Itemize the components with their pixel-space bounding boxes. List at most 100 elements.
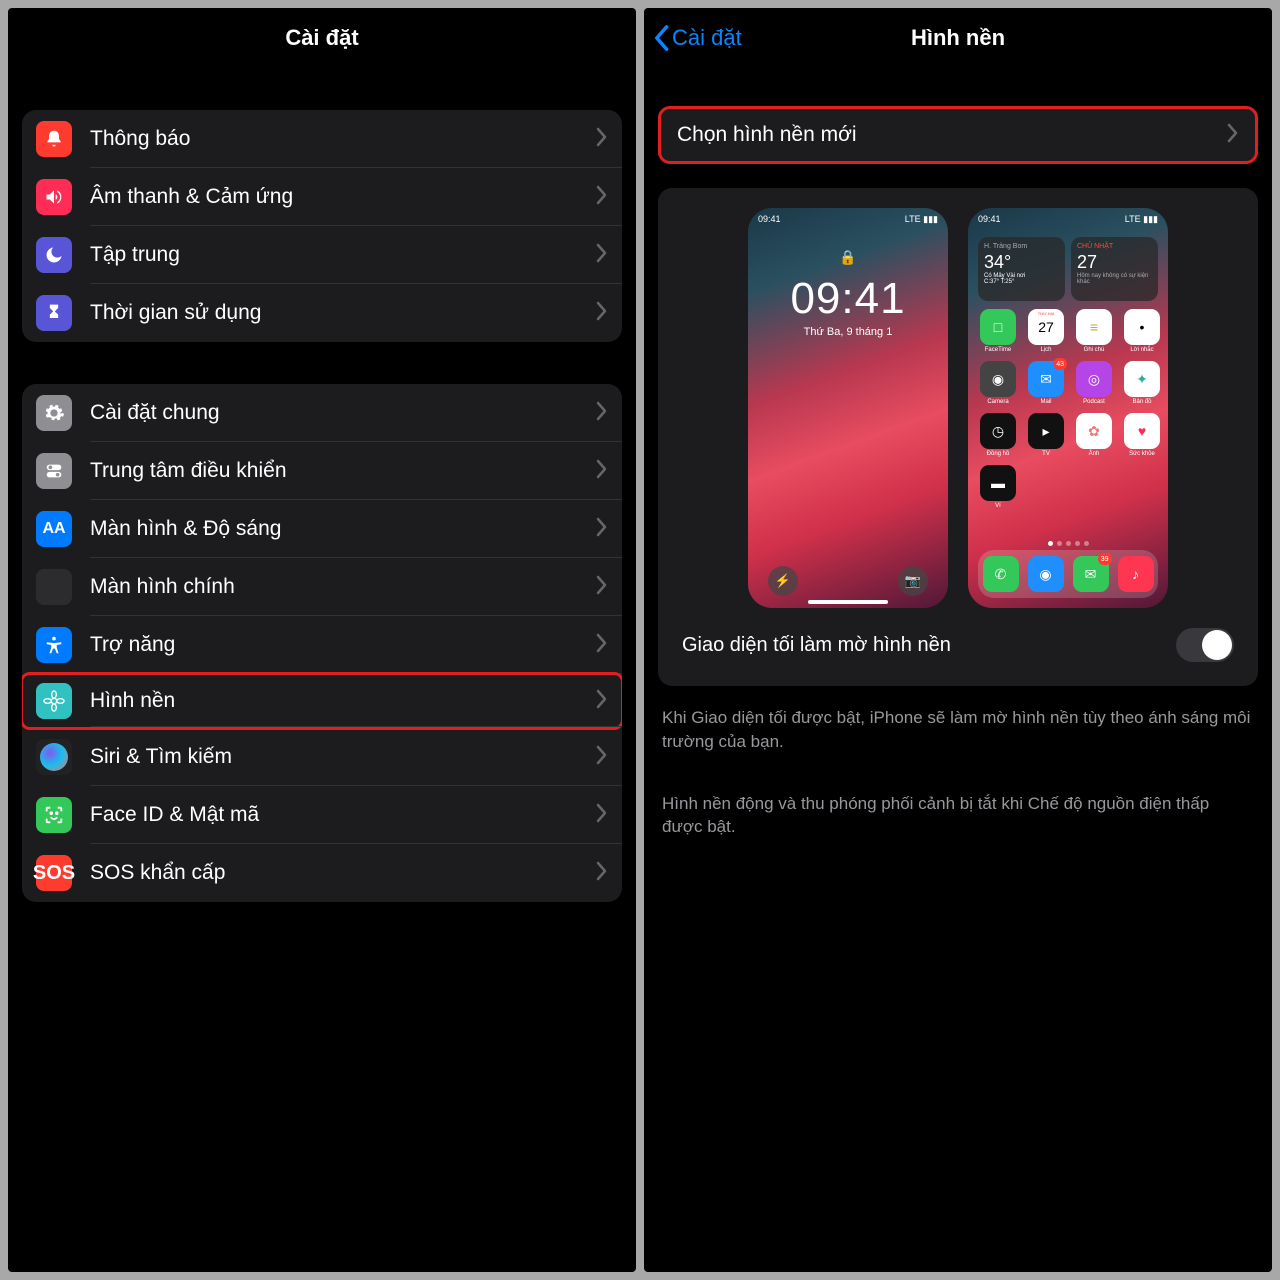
settings-row[interactable]: Màn hình chính: [22, 558, 622, 616]
chevron-right-icon: [1227, 123, 1239, 148]
chevron-right-icon: [596, 243, 608, 268]
speaker-icon: [36, 179, 72, 215]
faceid-icon: [36, 797, 72, 833]
nav-bar: Cài đặt: [8, 8, 636, 68]
dock-app: ✉39: [1073, 556, 1109, 592]
settings-row[interactable]: Tập trung: [22, 226, 622, 284]
chevron-right-icon: [596, 517, 608, 542]
footer-text-1: Khi Giao diện tối được bật, iPhone sẽ là…: [658, 706, 1258, 754]
nav-title: Cài đặt: [285, 25, 358, 51]
row-label: Trung tâm điều khiển: [90, 459, 596, 483]
row-label: Thông báo: [90, 127, 596, 151]
homescreen-preview[interactable]: 09:41LTE ▮▮▮ H. Trảng Bom 34° Có Mây Vài…: [968, 208, 1168, 608]
choose-wallpaper-row[interactable]: Chọn hình nền mới: [658, 106, 1258, 164]
flower-icon: [36, 683, 72, 719]
camera-button: 📷: [898, 566, 928, 596]
chevron-right-icon: [596, 401, 608, 426]
lock-time: 09:41: [790, 274, 905, 324]
settings-row[interactable]: Thời gian sử dụng: [22, 284, 622, 342]
switches-icon: [36, 453, 72, 489]
wallpaper-content[interactable]: Chọn hình nền mới 09:41 LTE ▮▮▮ 🔒 09:41 T…: [644, 68, 1272, 1272]
choose-wallpaper-label: Chọn hình nền mới: [677, 123, 1227, 147]
dock: ✆◉✉39♪: [978, 550, 1158, 598]
row-label: Siri & Tìm kiếm: [90, 745, 596, 769]
settings-row[interactable]: Siri & Tìm kiếm: [22, 728, 622, 786]
wallpaper-previews-card: 09:41 LTE ▮▮▮ 🔒 09:41 Thứ Ba, 9 tháng 1 ⚡…: [658, 188, 1258, 686]
row-label: Màn hình chính: [90, 575, 596, 599]
app-grid: □ FaceTime THỨ HAI27 Lịch ≡ Ghi chú • Lờ…: [968, 301, 1168, 517]
app-icon: □ FaceTime: [978, 309, 1018, 353]
bell-icon: [36, 121, 72, 157]
footer-text-2: Hình nền động và thu phóng phối cảnh bị …: [658, 792, 1258, 840]
app-icon: ♥ Sức khỏe: [1122, 413, 1162, 457]
chevron-right-icon: [596, 803, 608, 828]
home-indicator: [808, 600, 888, 604]
chevron-right-icon: [596, 301, 608, 326]
dim-wallpaper-row: Giao diện tối làm mờ hình nền: [678, 608, 1238, 666]
calendar-widget: CHỦ NHẬT 27 Hôm nay không có sự kiện khá…: [1071, 237, 1158, 301]
aa-icon: AA: [36, 511, 72, 547]
moon-icon: [36, 237, 72, 273]
app-icon: ✿ Ảnh: [1074, 413, 1114, 457]
back-label: Cài đặt: [672, 25, 742, 51]
row-label: SOS khẩn cấp: [90, 861, 596, 885]
settings-row[interactable]: Hình nền: [22, 672, 622, 730]
app-icon: ◉ Camera: [978, 361, 1018, 405]
chevron-right-icon: [596, 459, 608, 484]
settings-row[interactable]: Cài đặt chung: [22, 384, 622, 442]
dock-app: ✆: [983, 556, 1019, 592]
settings-row[interactable]: Trợ năng: [22, 616, 622, 674]
chevron-right-icon: [596, 633, 608, 658]
dim-wallpaper-label: Giao diện tối làm mờ hình nền: [682, 634, 951, 657]
row-label: Tập trung: [90, 243, 596, 267]
app-icon: ✦ Bản đồ: [1122, 361, 1162, 405]
app-icon: • Lời nhắc: [1122, 309, 1162, 353]
app-icon: ≡ Ghi chú: [1074, 309, 1114, 353]
row-label: Hình nền: [90, 689, 596, 713]
flashlight-button: ⚡: [768, 566, 798, 596]
lockscreen-preview[interactable]: 09:41 LTE ▮▮▮ 🔒 09:41 Thứ Ba, 9 tháng 1 ⚡…: [748, 208, 948, 608]
settings-row[interactable]: SOS SOS khẩn cấp: [22, 844, 622, 902]
page-dots: [968, 541, 1168, 546]
app-icon: ✉43 Mail: [1026, 361, 1066, 405]
siri-icon: [36, 739, 72, 775]
app-icon: THỨ HAI27 Lịch: [1026, 309, 1066, 353]
dock-app: ◉: [1028, 556, 1064, 592]
settings-content[interactable]: Thông báo Âm thanh & Cảm ứng Tập trung T…: [8, 68, 636, 1272]
nav-title: Hình nền: [911, 25, 1005, 51]
settings-row[interactable]: Âm thanh & Cảm ứng: [22, 168, 622, 226]
row-label: Thời gian sử dụng: [90, 301, 596, 325]
settings-group-2: Cài đặt chung Trung tâm điều khiển AA Mà…: [22, 384, 622, 902]
back-button[interactable]: Cài đặt: [652, 24, 742, 52]
accessibility-icon: [36, 627, 72, 663]
lock-icon: 🔒: [839, 249, 856, 266]
settings-row[interactable]: Thông báo: [22, 110, 622, 168]
chevron-right-icon: [596, 745, 608, 770]
gear-icon: [36, 395, 72, 431]
chevron-right-icon: [596, 127, 608, 152]
row-label: Cài đặt chung: [90, 401, 596, 425]
app-icon: ▬ Ví: [978, 465, 1018, 509]
row-label: Âm thanh & Cảm ứng: [90, 185, 596, 209]
sos-icon: SOS: [36, 855, 72, 891]
settings-row[interactable]: AA Màn hình & Độ sáng: [22, 500, 622, 558]
hourglass-icon: [36, 295, 72, 331]
lock-date: Thứ Ba, 9 tháng 1: [804, 326, 893, 338]
app-icon: ◷ Đồng hồ: [978, 413, 1018, 457]
grid-icon: [36, 569, 72, 605]
chevron-left-icon: [652, 24, 670, 52]
status-time: 09:41: [758, 214, 781, 225]
wallpaper-screen: Cài đặt Hình nền Chọn hình nền mới 09:41…: [644, 8, 1272, 1272]
status-time: 09:41: [978, 214, 1001, 225]
row-label: Màn hình & Độ sáng: [90, 517, 596, 541]
status-right: LTE ▮▮▮: [905, 214, 938, 225]
dim-wallpaper-switch[interactable]: [1176, 628, 1234, 662]
dock-app: ♪: [1118, 556, 1154, 592]
chevron-right-icon: [596, 861, 608, 886]
settings-row[interactable]: Trung tâm điều khiển: [22, 442, 622, 500]
app-icon: ◎ Podcast: [1074, 361, 1114, 405]
status-right: LTE ▮▮▮: [1125, 214, 1158, 225]
row-label: Face ID & Mật mã: [90, 803, 596, 827]
settings-row[interactable]: Face ID & Mật mã: [22, 786, 622, 844]
app-icon: ▸ TV: [1026, 413, 1066, 457]
